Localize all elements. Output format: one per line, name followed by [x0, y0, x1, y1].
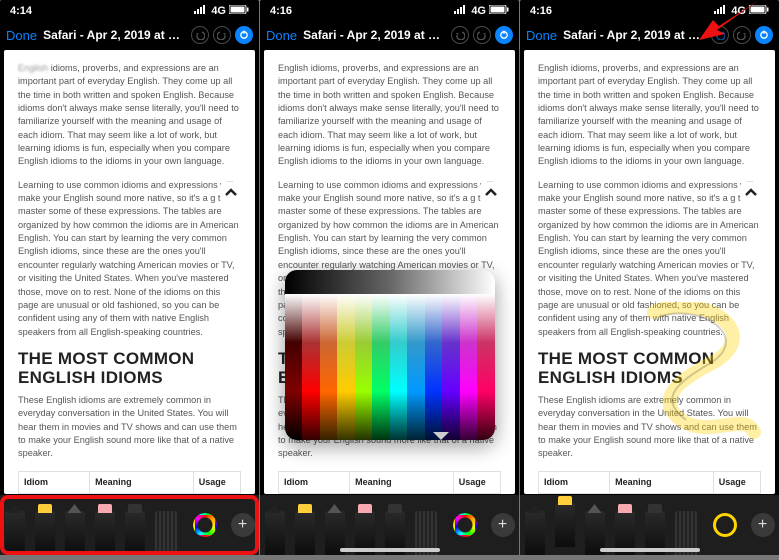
page-title: Safari - Apr 2, 2019 at 6/0... [563, 28, 705, 42]
add-button[interactable]: + [751, 513, 775, 537]
redo-icon[interactable] [473, 26, 491, 44]
th-idiom: Idiom [19, 471, 90, 493]
pen-tool-icon[interactable] [265, 511, 285, 555]
undo-icon[interactable] [451, 26, 469, 44]
markup-toolbar: + [520, 495, 779, 555]
nav-bar: Done Safari - Apr 2, 2019 at 6/0... [260, 20, 519, 50]
screenshot-stage: 4:14 4G Done Safari - Apr 2, 2019 at 6/0… [0, 0, 779, 560]
redo-icon[interactable] [213, 26, 231, 44]
document-content[interactable]: English idioms, proverbs, and expression… [524, 50, 775, 494]
battery-icon [229, 5, 249, 17]
th-meaning: Meaning [90, 471, 194, 493]
status-right: 4G [194, 5, 249, 17]
done-button[interactable]: Done [266, 28, 297, 43]
phone-2: 4:16 4G Done Safari - Apr 2, 2019 at 6/0… [260, 0, 519, 555]
pen-tool-icon[interactable] [5, 511, 25, 555]
signal-icon [194, 5, 208, 17]
th-usage: Usage [193, 471, 240, 493]
clock: 4:16 [270, 5, 292, 17]
add-button[interactable]: + [231, 513, 255, 537]
idioms-table: IdiomMeaningUsage A blessing in disguise… [278, 471, 501, 494]
pencil-tool-icon[interactable] [65, 511, 85, 555]
markup-toolbar: + [260, 495, 519, 555]
home-indicator[interactable] [600, 548, 700, 552]
clock: 4:16 [530, 5, 552, 17]
status-bar: 4:16 4G [260, 0, 519, 20]
status-right: 4G [454, 5, 509, 17]
ruler-tool-icon[interactable] [155, 511, 177, 555]
idioms-table: IdiomMeaningUsage A blessing in disguise… [538, 471, 761, 494]
grayscale-row[interactable] [285, 270, 495, 294]
paragraph-3: These English idioms are extremely commo… [18, 394, 241, 461]
page-title: Safari - Apr 2, 2019 at 6/0... [303, 28, 445, 42]
color-picker-button[interactable] [193, 513, 217, 537]
color-picker-button[interactable] [453, 513, 477, 537]
scroll-up-icon[interactable] [741, 182, 761, 202]
document-content[interactable]: English idioms, proverbs, and expression… [4, 50, 255, 494]
battery-icon [489, 5, 509, 17]
annotation-arrow [699, 0, 759, 45]
pen-tool-icon[interactable] [525, 511, 545, 555]
color-picker-button[interactable] [713, 513, 737, 537]
paragraph-2: Learning to use common idioms and expres… [18, 179, 241, 339]
highlighter-tool-icon[interactable] [295, 511, 315, 555]
document-content[interactable]: English idioms, proverbs, and expression… [264, 50, 515, 494]
share-icon[interactable] [495, 26, 513, 44]
network-label: 4G [211, 5, 226, 17]
highlighter-tool-icon[interactable] [35, 511, 55, 555]
status-bar: 4:14 4G [0, 0, 259, 20]
home-indicator[interactable] [340, 548, 440, 552]
undo-icon[interactable] [191, 26, 209, 44]
highlighter-tool-icon[interactable] [555, 503, 575, 547]
done-button[interactable]: Done [526, 28, 557, 43]
signal-icon [454, 5, 468, 17]
scroll-up-icon[interactable] [481, 182, 501, 202]
heading: THE MOST COMMON ENGLISH IDIOMS [18, 349, 241, 388]
paragraph-1: English idioms, proverbs, and expression… [18, 62, 241, 169]
phone-3: 4:16 4G Done Safari - Apr 2, 2019 at 6/0… [520, 0, 779, 555]
scroll-up-icon[interactable] [221, 182, 241, 202]
markup-toolbar: + [0, 495, 259, 555]
color-spectrum[interactable] [285, 294, 495, 440]
idioms-table: Idiom Meaning Usage A blessing in disgui… [18, 471, 241, 494]
table-header-row: Idiom Meaning Usage [19, 471, 241, 493]
paragraph-1: English idioms, proverbs, and expression… [538, 62, 761, 169]
paragraph-1: English idioms, proverbs, and expression… [278, 62, 501, 169]
lasso-tool-icon[interactable] [125, 511, 145, 555]
eraser-tool-icon[interactable] [95, 511, 115, 555]
network-label: 4G [471, 5, 486, 17]
done-button[interactable]: Done [6, 28, 37, 43]
add-button[interactable]: + [491, 513, 515, 537]
table-row: A blessing in disguise a good thing that… [19, 493, 241, 494]
highlighter-stroke [644, 302, 764, 442]
share-icon[interactable] [235, 26, 253, 44]
clock: 4:14 [10, 5, 32, 17]
nav-bar: Done Safari - Apr 2, 2019 at 6/0... [0, 20, 259, 50]
phone-1: 4:14 4G Done Safari - Apr 2, 2019 at 6/0… [0, 0, 259, 555]
page-title: Safari - Apr 2, 2019 at 6/0... [43, 28, 185, 42]
color-picker-popover[interactable] [285, 270, 495, 440]
